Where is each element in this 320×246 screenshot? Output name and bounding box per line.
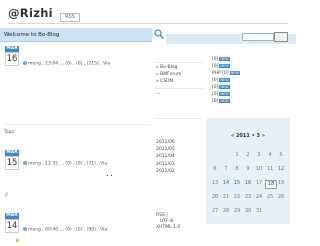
archive-item[interactable]: 2011/05 [156, 146, 175, 153]
link-item[interactable]: » CSDN [156, 78, 181, 85]
calendar-day: 30 [244, 208, 252, 214]
footer-info: RSS | UTF-8 XHTML 1.0 [156, 213, 180, 231]
calendar-day: 17 [255, 180, 263, 186]
rss-separator: | [166, 213, 168, 218]
tag-item[interactable]: [0] NEW [212, 84, 288, 91]
post-divider [5, 124, 150, 125]
calendar-day: 11 [266, 166, 274, 172]
new-badge: NEW [219, 98, 230, 103]
rss-nav-tag[interactable]: RSS [60, 13, 80, 22]
calendar-day: 8 [235, 166, 239, 172]
column-divider [155, 118, 203, 119]
calendar-day: 21 [222, 194, 230, 200]
calendar-day: 13 [211, 180, 219, 186]
post-day: 15 [5, 156, 19, 170]
link-item[interactable]: » BMForum [156, 71, 181, 78]
title-divider [8, 23, 288, 24]
archive-item[interactable]: 2011/04 [156, 153, 175, 160]
calendar-day: 7 [224, 166, 228, 172]
post-marker: // [5, 193, 9, 198]
post-meta-text[interactable]: meng , 23:04 , , (0) , (0) , (215) , Via [28, 62, 110, 67]
calendar-day: 19 [277, 180, 285, 186]
calendar-day[interactable]: 6 [210, 166, 220, 173]
calendar-day: 22 [233, 194, 241, 200]
new-badge: NEW [219, 91, 230, 96]
post-day: 14 [5, 219, 19, 233]
post-month: MAR [5, 46, 19, 52]
calendar-day: 29 [233, 208, 241, 214]
calendar-day[interactable]: 15 [232, 180, 242, 187]
calendar-day[interactable]: 14 [221, 180, 231, 187]
archive-item[interactable]: 2011/02 [156, 168, 175, 175]
new-badge: NEW [229, 70, 240, 75]
calendar-day[interactable]: 20 [210, 194, 220, 201]
post-dots: • • [106, 174, 113, 179]
calendar-day: 2 [246, 152, 250, 158]
post-date-badge: MAR 14 [5, 213, 19, 233]
tag-icon [16, 239, 19, 242]
link-item[interactable]: » Bo-Blog [156, 64, 181, 71]
calendar-day: 3 [257, 152, 261, 158]
tag-item[interactable]: [0] NEW [212, 91, 288, 98]
post-meta-text[interactable]: meng , 12:35 , , (0) , (0) , (71) , Via [28, 162, 107, 167]
column-divider [155, 88, 203, 89]
calendar-day: 23 [244, 194, 252, 200]
new-badge: NEW [219, 77, 230, 82]
tag-item[interactable]: [0] NEW [212, 98, 288, 105]
calendar-day: 27 [211, 208, 219, 214]
calendar-day: 28 [222, 208, 230, 214]
calendar-day: 4 [268, 152, 272, 158]
post-meta: meng , 23:04 , , (0) , (0) , (215) , Via [23, 61, 110, 67]
column-divider [155, 62, 203, 63]
post-meta: meng , 12:35 , , (0) , (0) , (71) , Via [23, 161, 107, 167]
new-badge: NEW [219, 63, 230, 68]
search-icon [154, 29, 164, 39]
tag-item[interactable]: [0] NEW [212, 77, 288, 84]
site-title[interactable]: @Rizhi [8, 6, 53, 20]
calendar-day: 10 [255, 166, 263, 172]
welcome-text: Welcome to Bo-Blog [4, 32, 60, 38]
calendar-day: 31 [255, 208, 263, 214]
user-icon [23, 161, 27, 165]
calendar-title[interactable]: « 2011 • 3 » [206, 133, 290, 139]
post-month: MAR [5, 150, 19, 156]
post-meta-text[interactable]: meng , 00:40 , , (0) , (0) , (90) , Via [28, 228, 107, 233]
archive-list: 2011/06 2011/05 2011/04 2011/03 2011/02 [156, 139, 175, 175]
archive-item[interactable]: 2011/03 [156, 161, 175, 168]
calendar-grid: 1 2 3 4 5 6 7 8 9 10 11 12 13 14 15 16 17 18 19 20 21 22 23 24 2… [210, 152, 288, 218]
post-date-badge: MAR 15 [5, 150, 19, 170]
calendar-day: 26 [277, 194, 285, 200]
tags-label: Tags: [4, 130, 16, 135]
rss-link[interactable]: RSS [156, 213, 165, 218]
new-badge: NEW [219, 56, 230, 61]
xhtml-text[interactable]: XHTML 1.0 [156, 225, 180, 231]
tag-item[interactable]: PHP [0] NEW [212, 70, 288, 77]
user-icon [23, 227, 27, 231]
tag-list: [0] NEW [0] NEW PHP [0] NEW [0] NEW [0] NEW [… [212, 56, 288, 105]
new-badge: NEW [219, 84, 230, 89]
post-meta: meng , 00:40 , , (0) , (0) , (90) , Via [23, 227, 107, 233]
links-list: » Bo-Blog » BMForum » CSDN [156, 64, 181, 85]
user-icon [23, 61, 27, 65]
side-dash: -- [157, 92, 161, 97]
calendar-day[interactable]: 12 [276, 166, 286, 173]
calendar-day: 25 [266, 194, 274, 200]
tag-item[interactable]: [0] NEW [212, 63, 288, 70]
archive-item[interactable]: 2011/06 [156, 139, 175, 146]
post-day: 16 [5, 52, 19, 66]
calendar-day: 24 [255, 194, 263, 200]
calendar-day: 1 [235, 152, 239, 158]
calendar-day: 9 [246, 166, 250, 172]
post-date-badge: MAR 16 [5, 46, 19, 66]
post-month: MAR [5, 213, 19, 219]
search-input[interactable] [242, 33, 274, 41]
calendar-day: 5 [279, 152, 283, 158]
tag-item[interactable]: [0] NEW [212, 56, 288, 63]
calendar-day[interactable]: 16 [243, 180, 253, 187]
search-button[interactable] [274, 32, 288, 42]
